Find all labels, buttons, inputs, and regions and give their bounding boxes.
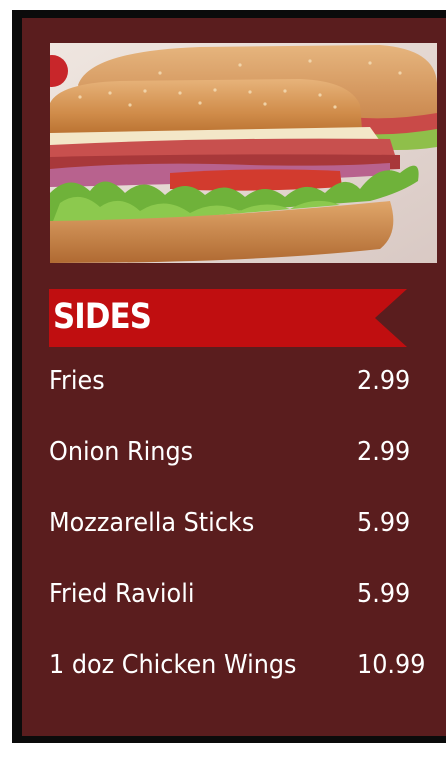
menu-item: Onion Rings 2.99 — [49, 431, 431, 502]
menu-item: Fried Ravioli 5.99 — [49, 573, 431, 644]
menu-item-price: 5.99 — [357, 579, 411, 609]
menu-item-price: 10.99 — [357, 650, 426, 680]
sandwich-photo — [50, 43, 437, 263]
menu-item-price: 5.99 — [357, 508, 411, 538]
menu-item-name: Fries — [49, 366, 105, 396]
menu-item-price: 2.99 — [357, 437, 411, 467]
menu-list: Fries 2.99 Onion Rings 2.99 Mozzarella S… — [49, 360, 431, 715]
menu-item-price: 2.99 — [357, 366, 411, 396]
section-title: SIDES — [53, 297, 152, 337]
menu-item-name: Onion Rings — [49, 437, 194, 467]
menu-item: Fries 2.99 — [49, 360, 431, 431]
menu-item-name: Fried Ravioli — [49, 579, 195, 609]
menu-item-name: Mozzarella Sticks — [49, 508, 255, 538]
menu-item: Mozzarella Sticks 5.99 — [49, 502, 431, 573]
menu-item-name: 1 doz Chicken Wings — [49, 650, 297, 680]
section-banner: SIDES — [49, 289, 407, 347]
menu-item: 1 doz Chicken Wings 10.99 — [49, 644, 431, 715]
